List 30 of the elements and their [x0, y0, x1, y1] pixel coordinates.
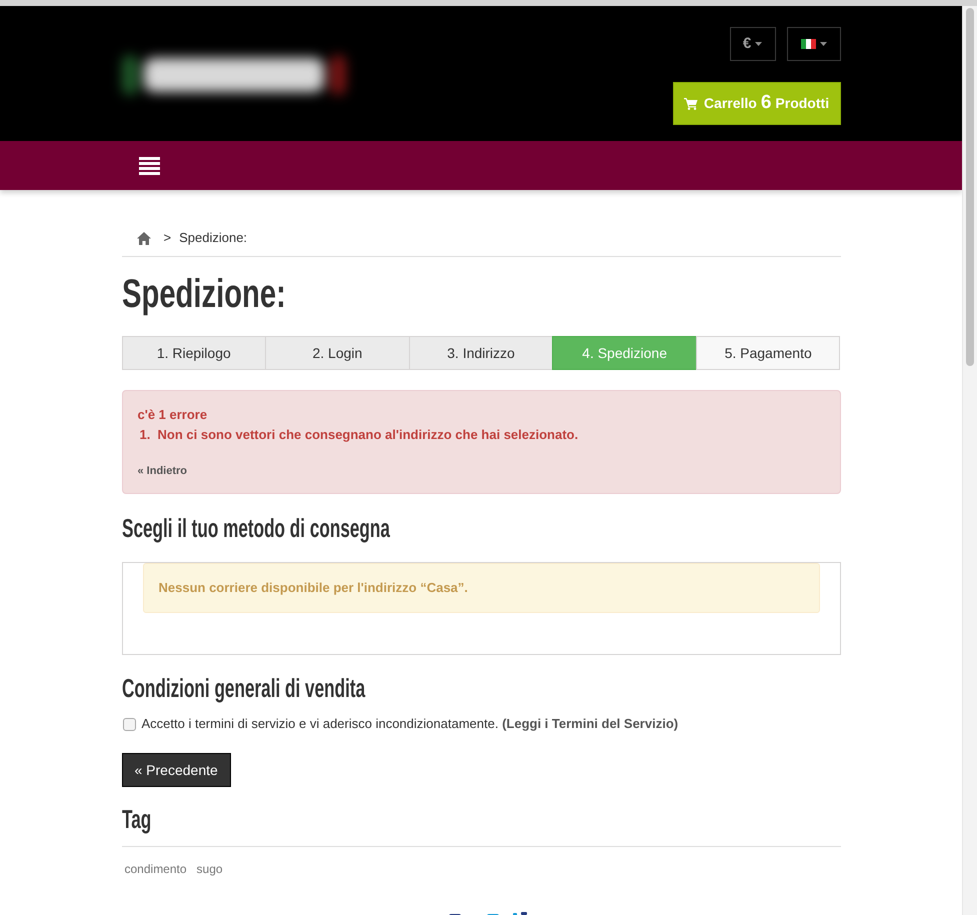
caret-icon: [820, 42, 826, 46]
scrollbar-thumb[interactable]: [966, 8, 974, 366]
terms-label: Accetto i termini di servizio e vi aderisco incondizionatamente. (Leggi i Termini del Servizio): [142, 715, 678, 733]
cart-icon: [684, 97, 698, 110]
page-title: Spedizione:: [122, 271, 286, 318]
list-number: 1.: [140, 426, 152, 444]
section-heading: Condizioni generali di vendita: [122, 672, 365, 704]
back-link[interactable]: « Indietro: [138, 464, 188, 478]
terms-checkbox[interactable]: [122, 718, 136, 730]
previous-button[interactable]: « Precedente: [122, 753, 231, 787]
home-icon[interactable]: [136, 232, 150, 244]
breadcrumb-separator: >: [164, 230, 172, 246]
language-dropdown[interactable]: [786, 27, 840, 61]
error-message: Non ci sono vettori che consegnano al'indirizzo che hai selezionato.: [158, 426, 578, 444]
error-title: c'è 1 errore: [138, 406, 208, 424]
checkout-step-tab[interactable]: 3. Indirizzo: [408, 336, 554, 370]
menu-icon[interactable]: [138, 156, 160, 174]
warning-message: Nessun corriere disponibile per l'indirizzo “Casa”.: [158, 579, 469, 597]
tag-link[interactable]: condimento: [124, 861, 187, 877]
caret-icon: [755, 42, 762, 46]
section-heading: Scegli il tuo metodo di consegna: [122, 512, 390, 544]
checkout-step-tab[interactable]: 2. Login: [265, 336, 410, 370]
tag-link[interactable]: sugo: [196, 861, 223, 877]
breadcrumb-current: Spedizione:: [179, 230, 248, 246]
flag-icon: [800, 39, 816, 49]
checkout-step-tab[interactable]: 1. Riepilogo: [122, 336, 266, 370]
checkout-step-tab[interactable]: 5. Pagamento: [696, 336, 840, 370]
currency-dropdown[interactable]: €: [730, 27, 776, 61]
terms-link[interactable]: (Leggi i Termini del Servizio): [502, 716, 678, 731]
section-heading: Tag: [122, 803, 151, 835]
